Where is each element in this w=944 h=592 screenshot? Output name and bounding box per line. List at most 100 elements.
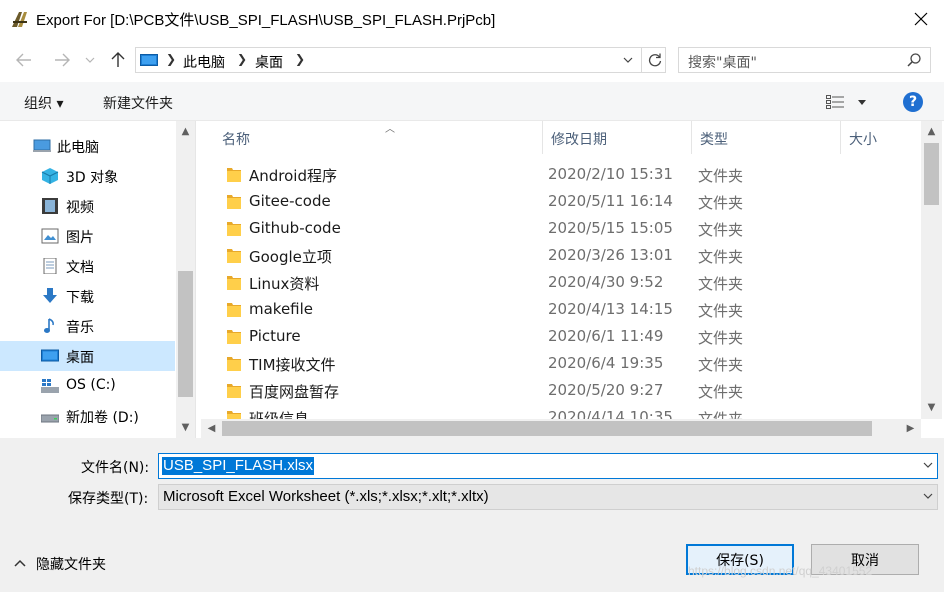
sort-ascending-icon: ︿ — [385, 124, 395, 135]
search-input[interactable]: 搜索"桌面" — [688, 52, 757, 72]
chevron-down-icon — [923, 462, 933, 468]
scroll-left-arrow-icon[interactable]: ◀ — [202, 420, 221, 437]
sidebar-item-3d-objects[interactable]: 3D 对象 — [0, 161, 175, 191]
column-header-modified[interactable]: 修改日期 — [543, 121, 692, 154]
file-modified: 2020/6/1 11:49 — [548, 327, 664, 345]
sidebar-item-label: 视频 — [66, 200, 94, 216]
address-bar[interactable]: ❯ 此电脑 ❯ 桌面 ❯ — [135, 47, 666, 73]
chevron-down-icon — [923, 493, 933, 499]
filetype-dropdown-button[interactable] — [922, 490, 934, 502]
close-icon — [914, 12, 928, 26]
altium-app-icon — [12, 12, 27, 27]
scrollbar-thumb[interactable] — [924, 143, 939, 205]
sidebar-item-documents[interactable]: 文档 — [0, 251, 175, 281]
folder-icon — [227, 276, 241, 290]
column-header-type[interactable]: 类型 — [692, 121, 841, 154]
sidebar-item-this-pc[interactable]: 此电脑 — [0, 131, 175, 161]
file-list-vertical-scrollbar[interactable]: ▲ ▼ — [921, 121, 942, 419]
folder-icon — [227, 384, 241, 398]
scroll-up-arrow-icon[interactable]: ▲ — [176, 123, 195, 140]
file-name: makefile — [249, 300, 314, 318]
filename-input[interactable]: USB_SPI_FLASH.xlsx — [158, 453, 938, 479]
sidebar-item-videos[interactable]: 视频 — [0, 191, 175, 221]
organize-menu-button[interactable]: 组织 ▾ — [24, 93, 63, 113]
scroll-down-arrow-icon[interactable]: ▼ — [176, 419, 195, 436]
sidebar-item-music[interactable]: 音乐 — [0, 311, 175, 341]
folder-icon — [227, 357, 241, 371]
filetype-label: 保存类型(T): — [68, 491, 149, 507]
sidebar-item-downloads[interactable]: 下载 — [0, 281, 175, 311]
file-modified: 2020/3/26 13:01 — [548, 246, 673, 264]
table-row[interactable]: Google立项 2020/3/26 13:01 文件夹 — [201, 242, 921, 269]
breadcrumb-this-pc[interactable]: 此电脑 — [183, 52, 225, 72]
recent-locations-button[interactable] — [82, 48, 98, 72]
windows-drive-icon — [41, 379, 59, 393]
window-title: Export For [D:\PCB文件\USB_SPI_FLASH\USB_S… — [36, 12, 496, 29]
details-view-icon — [826, 95, 844, 109]
scroll-right-arrow-icon[interactable]: ▶ — [901, 420, 920, 437]
filename-value[interactable]: USB_SPI_FLASH.xlsx — [162, 457, 315, 475]
file-modified: 2020/5/15 15:05 — [548, 219, 673, 237]
sidebar-item-label: OS (C:) — [66, 377, 116, 393]
sidebar-item-os-c[interactable]: OS (C:) — [0, 371, 175, 401]
sidebar-item-new-volume-d[interactable]: 新加卷 (D:) — [0, 401, 175, 431]
scroll-up-arrow-icon[interactable]: ▲ — [922, 123, 941, 140]
table-row[interactable]: Github-code 2020/5/15 15:05 文件夹 — [201, 215, 921, 242]
navigation-scrollbar[interactable]: ▲ ▼ — [176, 121, 195, 438]
refresh-button[interactable] — [641, 47, 667, 73]
table-row[interactable]: makefile 2020/4/13 14:15 文件夹 — [201, 296, 921, 323]
breadcrumb-desktop[interactable]: 桌面 — [255, 52, 283, 72]
column-header-label: 名称 — [222, 132, 250, 148]
column-header-size[interactable]: 大小 — [841, 121, 921, 154]
scrollbar-thumb[interactable] — [222, 421, 872, 436]
up-button[interactable] — [106, 48, 130, 72]
new-folder-button[interactable]: 新建文件夹 — [103, 93, 173, 113]
column-header-label: 类型 — [700, 132, 728, 148]
sidebar-item-pictures[interactable]: 图片 — [0, 221, 175, 251]
breadcrumb-separator[interactable]: ❯ — [166, 52, 176, 66]
music-icon — [44, 318, 54, 333]
file-type: 文件夹 — [698, 302, 744, 320]
file-list-horizontal-scrollbar[interactable]: ◀ ▶ — [201, 419, 921, 438]
table-row[interactable]: Gitee-code 2020/5/11 16:14 文件夹 — [201, 188, 921, 215]
search-icon[interactable] — [907, 53, 921, 67]
help-button[interactable]: ? — [903, 92, 923, 112]
table-row[interactable]: Android程序 2020/2/10 15:31 文件夹 — [201, 161, 921, 188]
desktop-icon — [41, 349, 59, 362]
sidebar-item-desktop[interactable]: 桌面 — [0, 341, 175, 371]
search-box[interactable]: 搜索"桌面" — [678, 47, 931, 73]
navigation-bar: ❯ 此电脑 ❯ 桌面 ❯ 搜索"桌面" — [0, 42, 944, 78]
title-bar: Export For [D:\PCB文件\USB_SPI_FLASH\USB_S… — [0, 0, 944, 38]
scroll-down-arrow-icon[interactable]: ▼ — [922, 399, 941, 416]
address-history-dropdown[interactable] — [620, 51, 636, 69]
filename-label: 文件名(N): — [81, 460, 150, 476]
forward-button[interactable] — [50, 48, 74, 72]
back-arrow-icon — [16, 53, 31, 67]
table-row[interactable]: Picture 2020/6/1 11:49 文件夹 — [201, 323, 921, 350]
3d-objects-icon — [41, 168, 59, 184]
table-row[interactable]: Linux资料 2020/4/30 9:52 文件夹 — [201, 269, 921, 296]
scrollbar-thumb[interactable] — [178, 271, 193, 397]
breadcrumb-separator[interactable]: ❯ — [295, 52, 305, 66]
breadcrumb-separator[interactable]: ❯ — [237, 52, 247, 66]
documents-icon — [43, 258, 57, 274]
filename-dropdown-button[interactable] — [922, 459, 934, 471]
sidebar-item-label: 新加卷 (D:) — [66, 410, 139, 426]
file-modified: 2020/4/13 14:15 — [548, 300, 673, 318]
table-row[interactable]: TIM接收文件 2020/6/4 19:35 文件夹 — [201, 350, 921, 377]
file-name: Google立项 — [249, 248, 332, 266]
change-view-button[interactable] — [826, 94, 870, 110]
sidebar-item-label: 图片 — [66, 230, 94, 246]
file-name: Android程序 — [249, 167, 337, 185]
forward-arrow-icon — [55, 53, 70, 67]
filetype-select[interactable]: Microsoft Excel Worksheet (*.xls;*.xlsx;… — [158, 484, 938, 510]
table-row[interactable]: 百度网盘暂存 2020/5/20 9:27 文件夹 — [201, 377, 921, 404]
folder-icon — [227, 330, 241, 344]
close-button[interactable] — [898, 0, 944, 38]
column-header-name[interactable]: 名称 ︿ — [214, 121, 543, 154]
filetype-value: Microsoft Excel Worksheet (*.xls;*.xlsx;… — [163, 488, 489, 505]
desktop-icon — [140, 54, 158, 66]
file-type: 文件夹 — [698, 356, 744, 374]
up-arrow-icon — [111, 52, 125, 67]
back-button[interactable] — [12, 48, 36, 72]
